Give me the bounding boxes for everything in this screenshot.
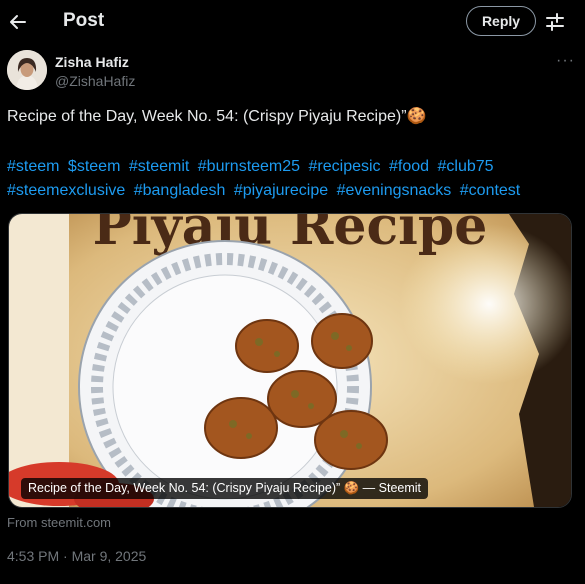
hashtag-link[interactable]: #food [389, 158, 429, 175]
card-image: Piyaju Recipe [9, 214, 571, 507]
tune-button[interactable] [543, 10, 567, 34]
post-text: Recipe of the Day, Week No. 54: (Crispy … [7, 108, 427, 125]
avatar[interactable] [7, 50, 47, 90]
page-title: Post [63, 10, 105, 31]
hashtag-link[interactable]: #bangladesh [134, 182, 226, 199]
hashtag-link[interactable]: #steem [7, 158, 59, 175]
back-arrow-icon [10, 15, 26, 29]
reply-button[interactable]: Reply [466, 6, 536, 36]
post-author: Zisha Hafiz @ZishaHafiz ··· [7, 50, 577, 94]
card-image-heading: Piyaju Recipe [93, 214, 488, 257]
hashtag-link[interactable]: #burnsteem25 [198, 158, 300, 175]
hashtag-link[interactable]: #recipesic [309, 158, 381, 175]
hashtag-link[interactable]: $steem [68, 158, 120, 175]
back-button[interactable] [6, 8, 30, 36]
link-card[interactable]: Piyaju Recipe Recipe of the Day, Week No… [8, 213, 572, 508]
card-source[interactable]: From steemit.com [7, 515, 111, 530]
hashtag-link[interactable]: #eveningsnacks [337, 182, 452, 199]
hashtag-link[interactable]: #piyajurecipe [234, 182, 328, 199]
hashtag-list: #steem $steem #steemit #burnsteem25 #rec… [7, 155, 577, 203]
top-bar: Post Reply [0, 0, 585, 44]
hashtag-link[interactable]: #steemexclusive [7, 182, 125, 199]
more-icon[interactable]: ··· [556, 52, 575, 70]
tune-icon [546, 13, 564, 31]
author-name[interactable]: Zisha Hafiz [55, 54, 129, 70]
author-handle[interactable]: @ZishaHafiz [55, 73, 135, 89]
post-timestamp[interactable]: 4:53 PM · Mar 9, 2025 [7, 548, 146, 564]
hashtag-link[interactable]: #steemit [129, 158, 189, 175]
card-caption: Recipe of the Day, Week No. 54: (Crispy … [21, 478, 429, 499]
hashtag-link[interactable]: #contest [460, 182, 520, 199]
hashtag-link[interactable]: #club75 [438, 158, 494, 175]
